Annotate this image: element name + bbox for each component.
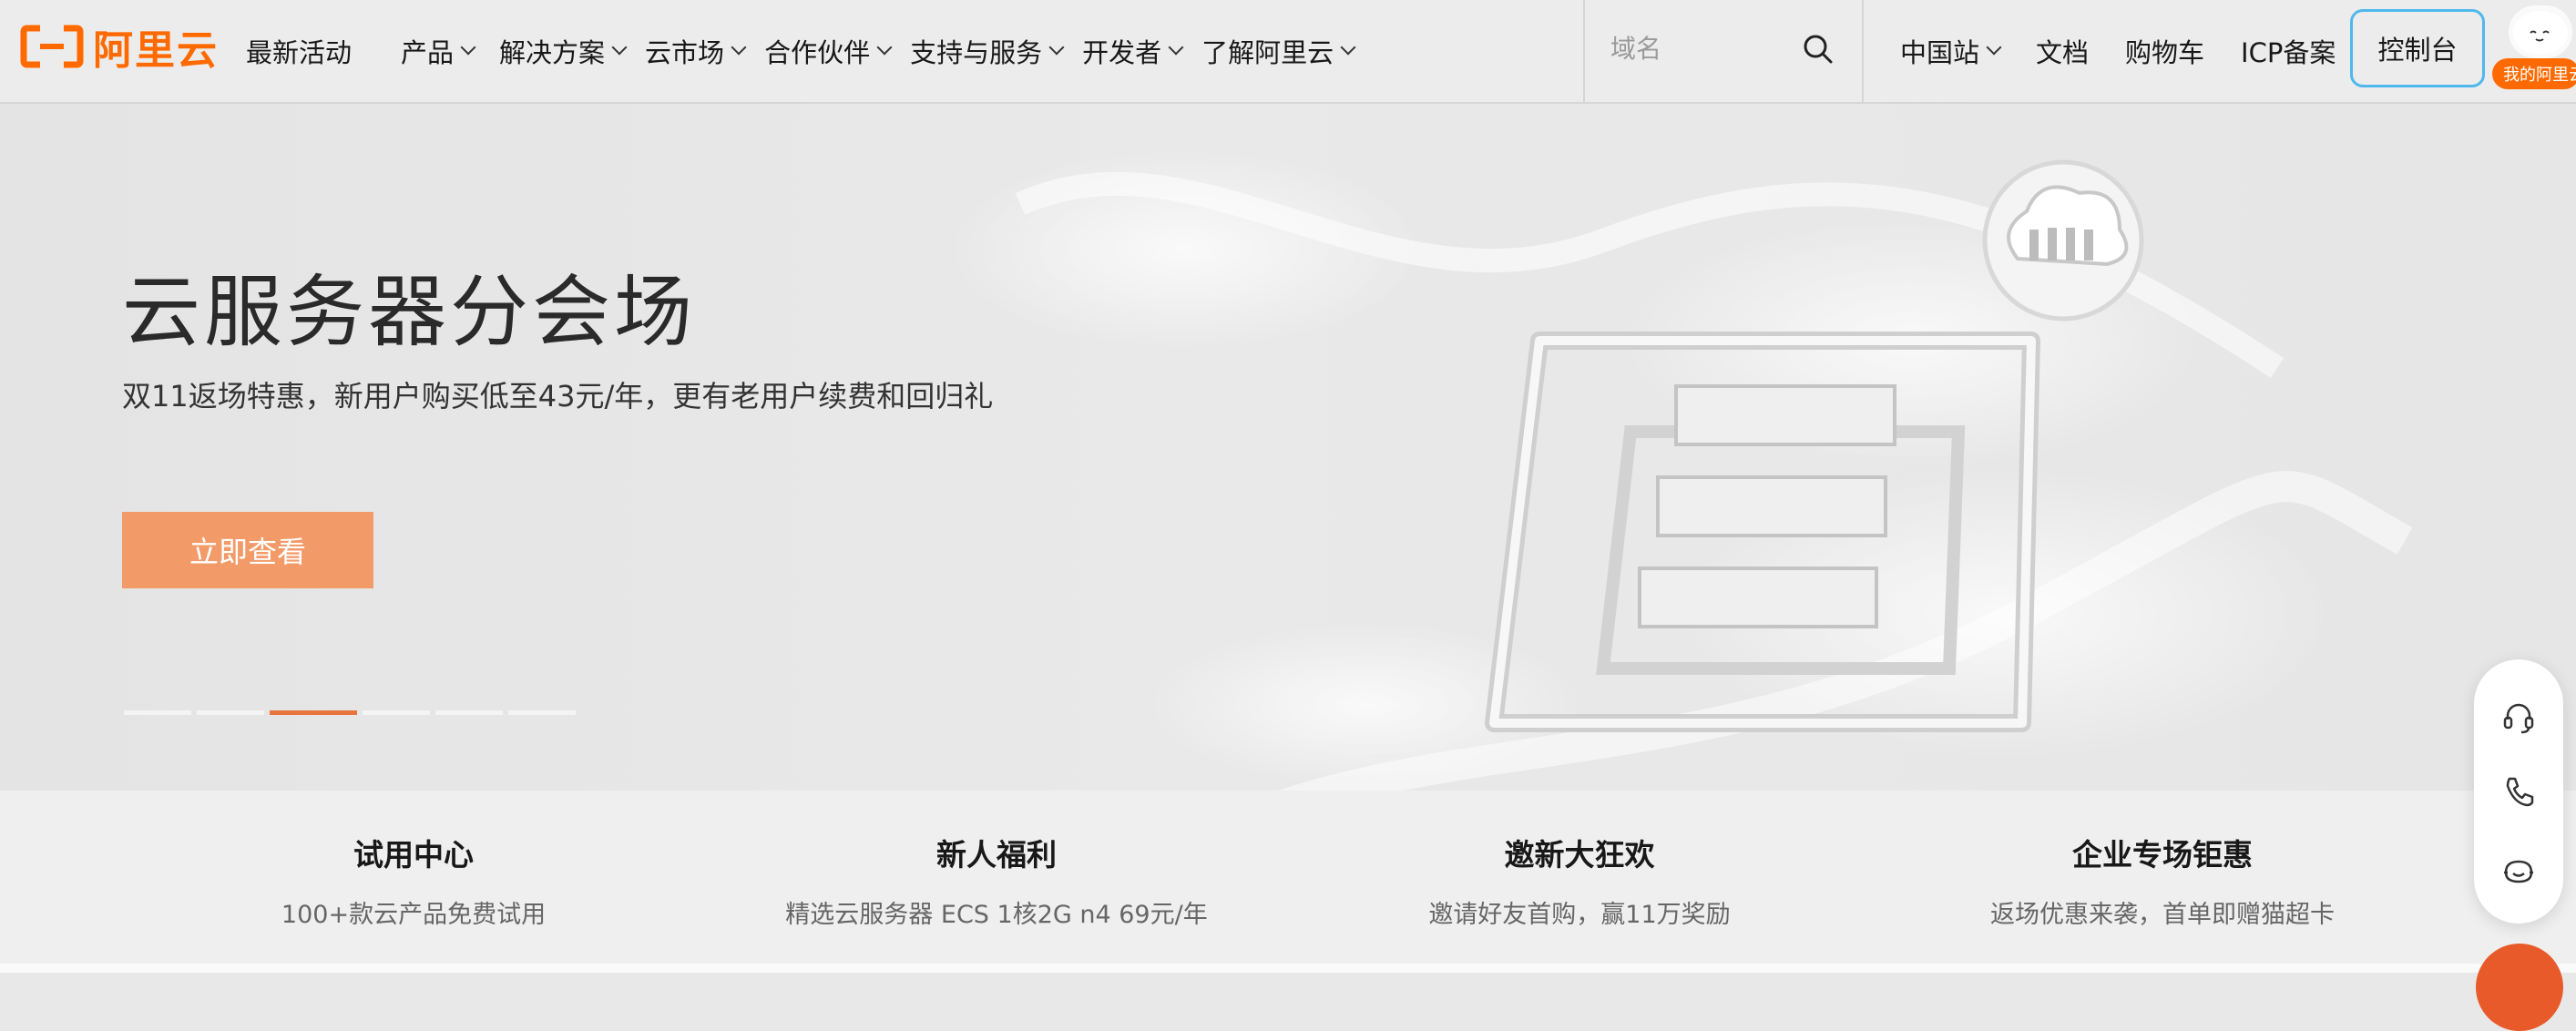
main-nav: 最新活动 产品 解决方案 云市场 合作伙伴 支持与服务 开发者 了解阿里云 bbox=[246, 0, 1379, 102]
promo-card-desc: 邀请好友首购，赢11万奖励 bbox=[1428, 901, 1731, 929]
promo-card-desc: 精选云服务器 ECS 1核2G n4 69元/年 bbox=[785, 901, 1208, 929]
cart-label: 购物车 bbox=[2125, 37, 2205, 68]
promo-card-desc: 100+款云产品免费试用 bbox=[281, 901, 547, 929]
hero-banner: 云服务器分会场 双11返场特惠，新用户购买低至43元/年，更有老用户续费和回归礼… bbox=[0, 104, 2576, 791]
region-selector[interactable]: 中国站 bbox=[1900, 32, 2002, 70]
headset-icon[interactable] bbox=[2500, 699, 2537, 736]
nav-item-developers[interactable]: 开发者 bbox=[1082, 32, 1184, 70]
chevron-down-icon bbox=[1168, 39, 1184, 56]
floating-tools-panel bbox=[2474, 659, 2563, 924]
nav-item-label: 了解阿里云 bbox=[1201, 37, 1334, 68]
nav-item-latest-activities[interactable]: 最新活动 bbox=[246, 32, 352, 70]
console-label: 控制台 bbox=[2377, 35, 2458, 66]
carousel-dot[interactable] bbox=[508, 710, 576, 715]
nav-item-about[interactable]: 了解阿里云 bbox=[1201, 32, 1356, 70]
nav-item-solutions[interactable]: 解决方案 bbox=[499, 32, 628, 70]
avatar-face-icon bbox=[2513, 11, 2568, 55]
nav-item-partners[interactable]: 合作伙伴 bbox=[764, 32, 893, 70]
chevron-down-icon bbox=[611, 39, 628, 56]
chat-bot-icon[interactable] bbox=[2500, 852, 2537, 889]
icp-label: ICP备案 bbox=[2241, 37, 2336, 68]
aliyun-logo-icon bbox=[20, 25, 84, 68]
view-now-button[interactable]: 立即查看 bbox=[122, 512, 373, 588]
hero-title: 云服务器分会场 bbox=[122, 267, 696, 358]
chevron-down-icon bbox=[1986, 39, 2002, 56]
chevron-down-icon bbox=[460, 39, 476, 56]
promo-card-trial-center[interactable]: 试用中心 100+款云产品免费试用 bbox=[158, 831, 669, 930]
promo-card-enterprise-deals[interactable]: 企业专场钜惠 返场优惠来袭，首单即赠猫超卡 bbox=[1907, 831, 2418, 930]
nav-item-label: 最新活动 bbox=[246, 37, 353, 68]
carousel-dot-active[interactable] bbox=[270, 710, 357, 715]
nav-item-products[interactable]: 产品 bbox=[401, 32, 476, 70]
top-navigation-bar: 阿里云 最新活动 产品 解决方案 云市场 合作伙伴 支持与服务 开发者 了解阿里… bbox=[0, 0, 2576, 104]
nav-item-label: 开发者 bbox=[1082, 37, 1162, 68]
chevron-down-icon bbox=[731, 39, 747, 56]
search-input[interactable] bbox=[1609, 27, 1794, 69]
search-icon[interactable] bbox=[1800, 31, 1836, 67]
icp-filing-link[interactable]: ICP备案 bbox=[2241, 32, 2336, 70]
region-label: 中国站 bbox=[1900, 37, 1980, 68]
phone-icon[interactable] bbox=[2500, 773, 2537, 810]
promo-card-title: 企业专场钜惠 bbox=[2072, 837, 2253, 873]
carousel-dot[interactable] bbox=[124, 710, 191, 715]
promo-card-title: 邀新大狂欢 bbox=[1504, 837, 1655, 873]
avatar[interactable] bbox=[2509, 5, 2572, 58]
cart-link[interactable]: 购物车 bbox=[2125, 32, 2204, 70]
aliyun-logo[interactable]: 阿里云 bbox=[20, 22, 219, 74]
floating-action-button[interactable] bbox=[2476, 944, 2563, 1031]
nav-item-support[interactable]: 支持与服务 bbox=[910, 32, 1065, 70]
nav-item-label: 解决方案 bbox=[499, 37, 606, 68]
promo-card-invite-carnival[interactable]: 邀新大狂欢 邀请好友首购，赢11万奖励 bbox=[1324, 831, 1835, 930]
view-now-label: 立即查看 bbox=[189, 535, 306, 569]
carousel-dot[interactable] bbox=[363, 710, 430, 715]
nav-item-label: 云市场 bbox=[645, 37, 725, 68]
nav-item-label: 合作伙伴 bbox=[764, 37, 871, 68]
chevron-down-icon bbox=[1048, 39, 1065, 56]
console-button[interactable]: 控制台 bbox=[2350, 9, 2485, 87]
my-aliyun-label: 我的阿里云 bbox=[2503, 66, 2576, 85]
content-start-edge bbox=[0, 964, 2576, 973]
right-nav: 中国站 文档 购物车 ICP备案 bbox=[1900, 0, 2372, 102]
docs-label: 文档 bbox=[2036, 37, 2090, 68]
logo-text: 阿里云 bbox=[93, 27, 219, 74]
docs-link[interactable]: 文档 bbox=[2036, 32, 2089, 70]
nav-item-marketplace[interactable]: 云市场 bbox=[645, 32, 747, 70]
promo-strip: 试用中心 100+款云产品免费试用 新人福利 精选云服务器 ECS 1核2G n… bbox=[0, 791, 2576, 964]
carousel-dot[interactable] bbox=[197, 710, 264, 715]
server-3d-illustration bbox=[947, 149, 2413, 791]
promo-card-desc: 返场优惠来袭，首单即赠猫超卡 bbox=[1990, 901, 2335, 929]
my-aliyun-badge[interactable]: 我的阿里云 bbox=[2492, 58, 2576, 89]
chevron-down-icon bbox=[876, 39, 893, 56]
carousel-indicators bbox=[124, 710, 581, 715]
promo-card-newcomer-benefits[interactable]: 新人福利 精选云服务器 ECS 1核2G n4 69元/年 bbox=[741, 831, 1252, 930]
nav-item-label: 支持与服务 bbox=[910, 37, 1043, 68]
promo-card-title: 新人福利 bbox=[936, 837, 1057, 873]
chevron-down-icon bbox=[1340, 39, 1356, 56]
hero-subtitle: 双11返场特惠，新用户购买低至43元/年，更有老用户续费和回归礼 bbox=[122, 379, 994, 413]
search-box bbox=[1583, 0, 1864, 102]
promo-card-title: 试用中心 bbox=[353, 837, 474, 873]
nav-item-label: 产品 bbox=[401, 37, 455, 68]
carousel-dot[interactable] bbox=[435, 710, 503, 715]
